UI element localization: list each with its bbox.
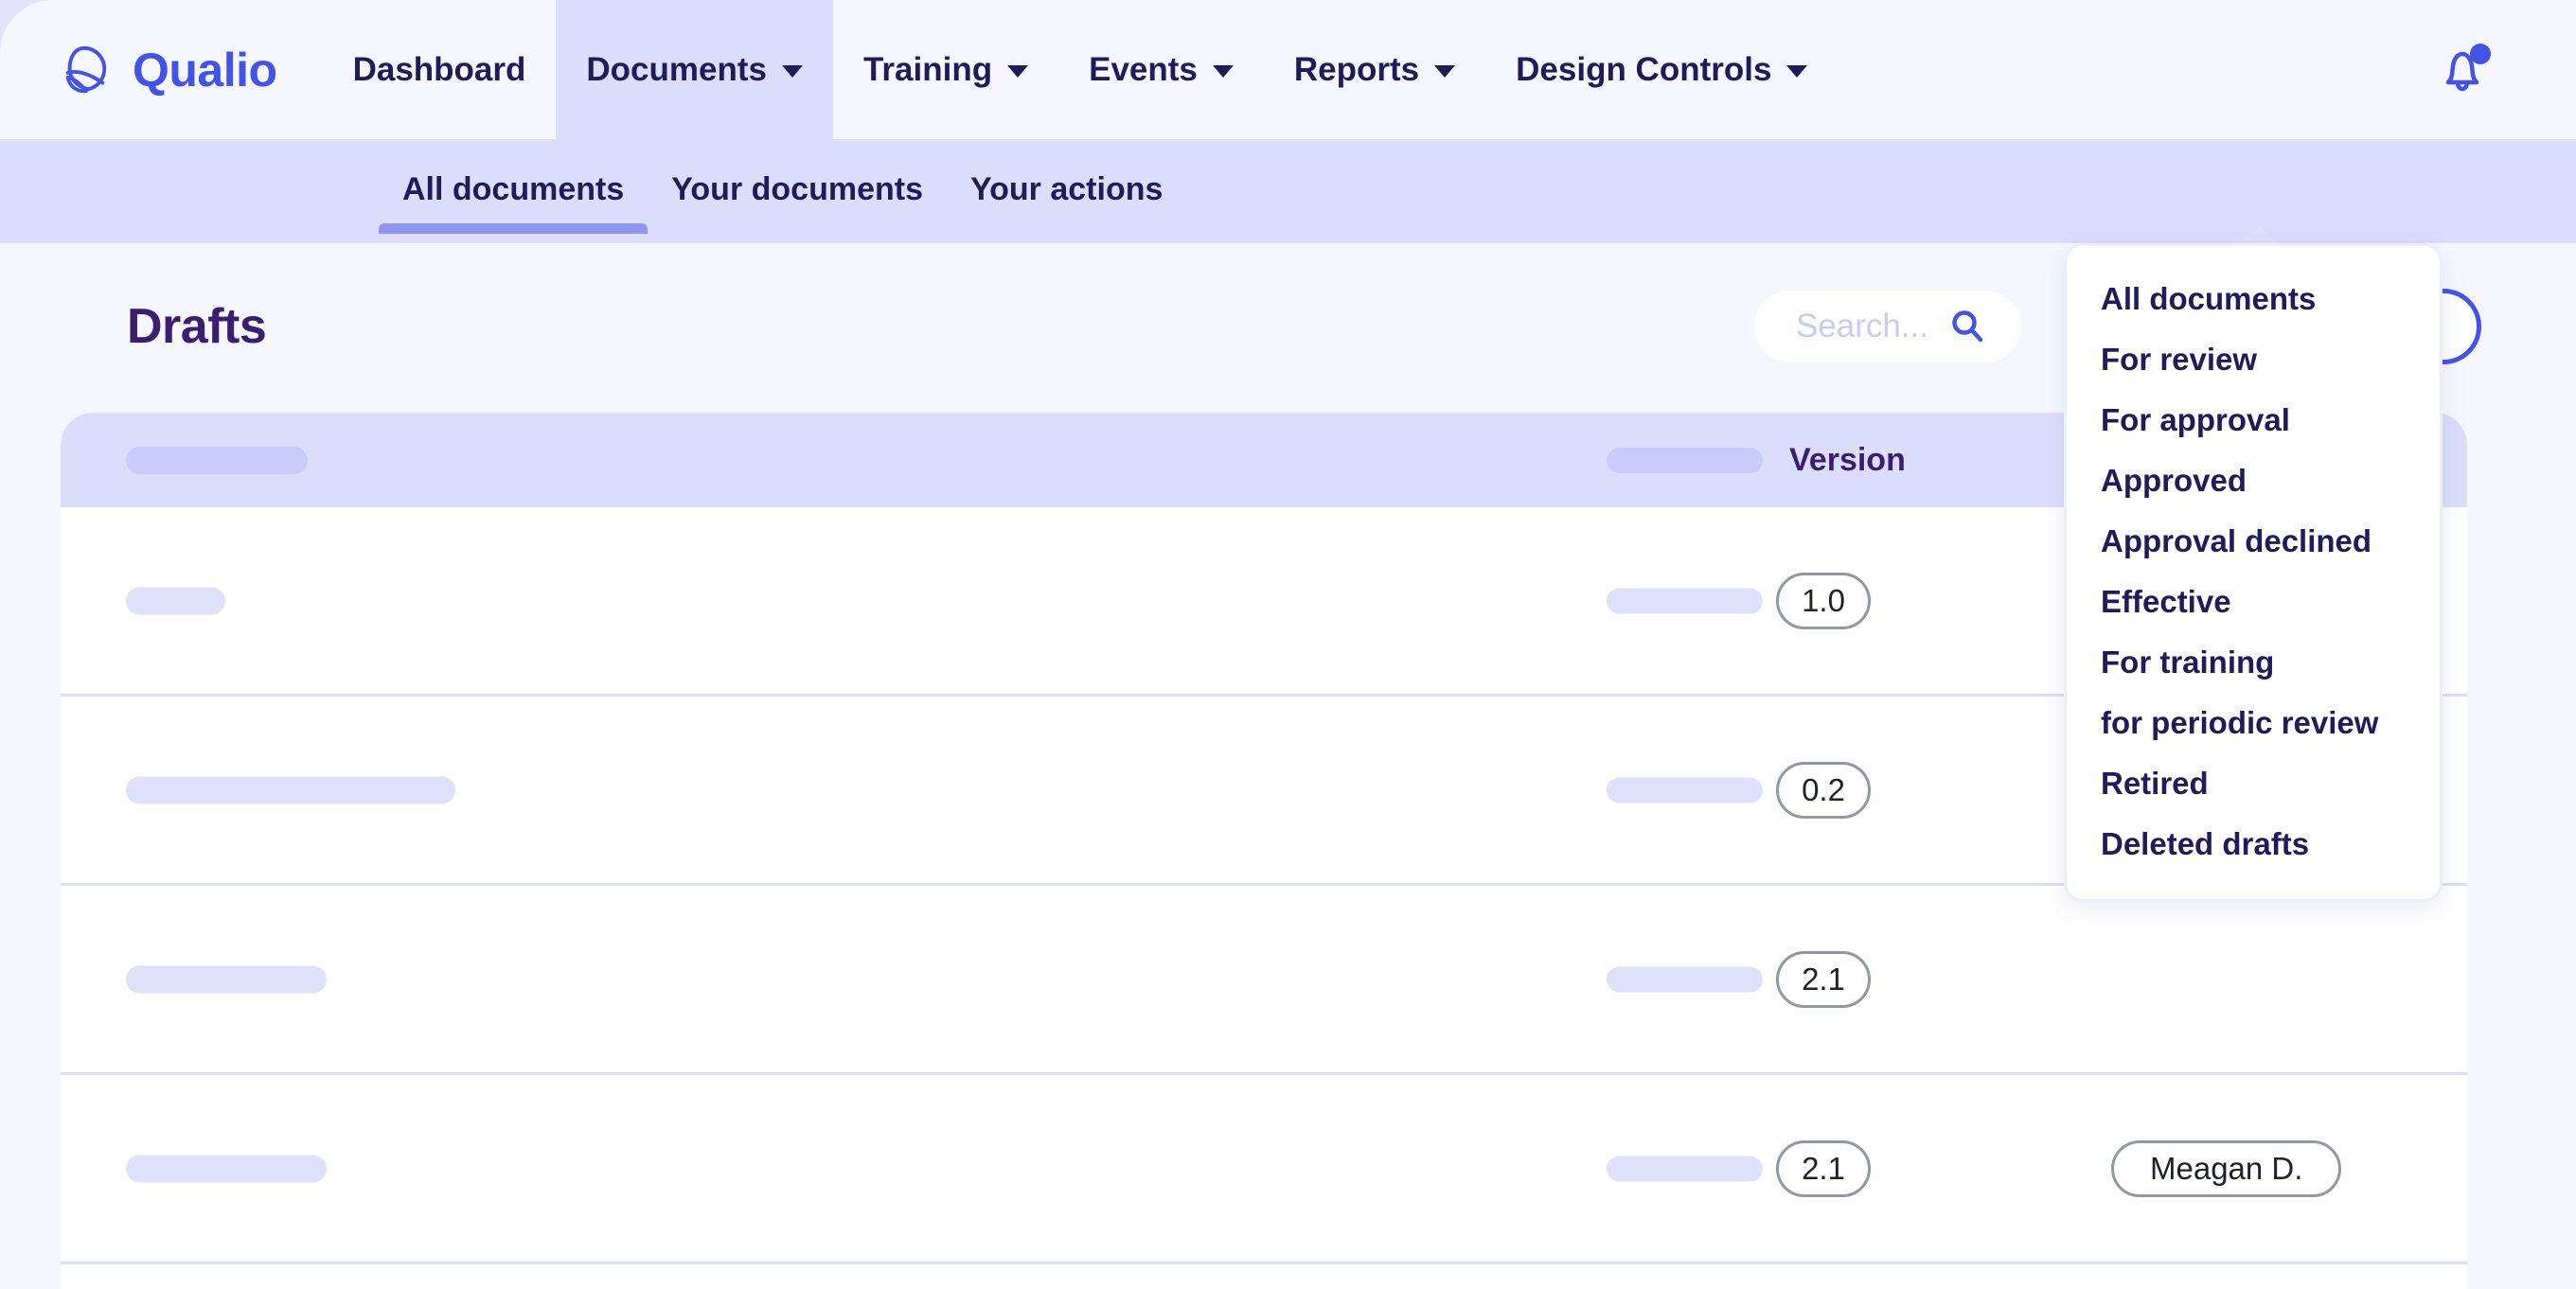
version-badge: 2.1 [1776, 951, 1871, 1008]
nav-item-design-controls[interactable]: Design Controls [1485, 0, 1838, 139]
notifications-button[interactable] [2436, 0, 2576, 139]
filter-dropdown-panel: All documents For review For approval Ap… [2064, 243, 2443, 902]
dropdown-pointer-arrow [2239, 226, 2281, 244]
version-badge: 1.0 [1776, 573, 1871, 629]
cell-title-skeleton [126, 587, 225, 614]
cell-status-skeleton [1607, 966, 1763, 992]
subnav-item-label: Your documents [671, 171, 923, 207]
nav-item-documents[interactable]: Documents [556, 0, 833, 139]
nav-item-reports[interactable]: Reports [1264, 0, 1485, 139]
table-row[interactable]: 2.1 Peter P. [61, 1264, 2467, 1289]
dropdown-item-approval-declined[interactable]: Approval declined [2067, 511, 2440, 572]
chevron-down-icon [782, 65, 803, 78]
nav-item-training[interactable]: Training [833, 0, 1058, 139]
search-input[interactable]: Search... [1754, 291, 2021, 362]
table-row[interactable]: 2.1 Meagan D. [61, 1075, 2467, 1264]
dropdown-item-for-training[interactable]: For training [2067, 632, 2440, 693]
brand-name: Qualio [133, 46, 277, 94]
column-header-version: Version [1789, 442, 1906, 479]
column-header-status-skeleton [1607, 448, 1763, 473]
search-placeholder: Search... [1796, 308, 1928, 345]
nav-item-dashboard[interactable]: Dashboard [323, 0, 557, 139]
nav-item-label: Events [1089, 51, 1198, 89]
cell-title-skeleton [126, 776, 455, 803]
dropdown-item-for-review[interactable]: For review [2067, 329, 2440, 390]
version-badge: 0.2 [1776, 762, 1871, 819]
dropdown-item-deleted-drafts[interactable]: Deleted drafts [2067, 814, 2440, 874]
bell-icon [2436, 44, 2489, 97]
subnav-item-label: Your actions [970, 171, 1163, 207]
cell-title-skeleton [126, 965, 327, 993]
version-badge: 2.1 [1776, 1140, 1871, 1197]
notification-badge-dot [2470, 44, 2491, 64]
dropdown-item-retired[interactable]: Retired [2067, 753, 2440, 814]
primary-nav: Dashboard Documents Training Events Repo… [323, 0, 1839, 139]
cell-status-skeleton [1607, 588, 1763, 613]
subnav-item-label: All documents [402, 171, 624, 207]
app-root: Qualio Dashboard Documents Training Even… [0, 0, 2576, 1289]
nav-item-events[interactable]: Events [1058, 0, 1264, 139]
active-tab-indicator [379, 223, 648, 234]
search-icon [1949, 309, 1985, 344]
page-title: Drafts [127, 298, 266, 355]
dropdown-item-effective[interactable]: Effective [2067, 572, 2440, 632]
subnav-item-your-documents[interactable]: Your documents [648, 139, 947, 208]
owner-badge: Meagan D. [2111, 1140, 2341, 1197]
cell-title-skeleton [126, 1155, 327, 1182]
top-navigation-bar: Qualio Dashboard Documents Training Even… [0, 0, 2576, 139]
brand-logo-area[interactable]: Qualio [0, 0, 323, 139]
chevron-down-icon [1007, 65, 1028, 78]
dropdown-item-for-approval[interactable]: For approval [2067, 390, 2440, 450]
nav-item-label: Reports [1294, 51, 1419, 89]
nav-item-label: Dashboard [353, 51, 526, 89]
nav-item-label: Design Controls [1516, 51, 1771, 89]
topbar-spacer [1838, 0, 2436, 139]
secondary-nav: All documents Your documents Your action… [0, 139, 2576, 243]
nav-item-label: Training [863, 51, 992, 89]
qualio-logo-icon [57, 43, 112, 97]
column-header-title-skeleton [126, 447, 308, 474]
dropdown-item-all-documents[interactable]: All documents [2067, 269, 2440, 329]
chevron-down-icon [1786, 65, 1807, 78]
chevron-down-icon [1434, 65, 1455, 78]
subnav-item-your-actions[interactable]: Your actions [947, 139, 1186, 208]
subnav-item-all-documents[interactable]: All documents [379, 139, 648, 208]
nav-item-label: Documents [586, 51, 767, 89]
chevron-down-icon [1213, 65, 1234, 78]
cell-status-skeleton [1607, 777, 1763, 803]
dropdown-item-approved[interactable]: Approved [2067, 450, 2440, 511]
dropdown-item-for-periodic-review[interactable]: for periodic review [2067, 693, 2440, 753]
table-row[interactable]: 2.1 [61, 886, 2467, 1075]
cell-status-skeleton [1607, 1156, 1763, 1181]
